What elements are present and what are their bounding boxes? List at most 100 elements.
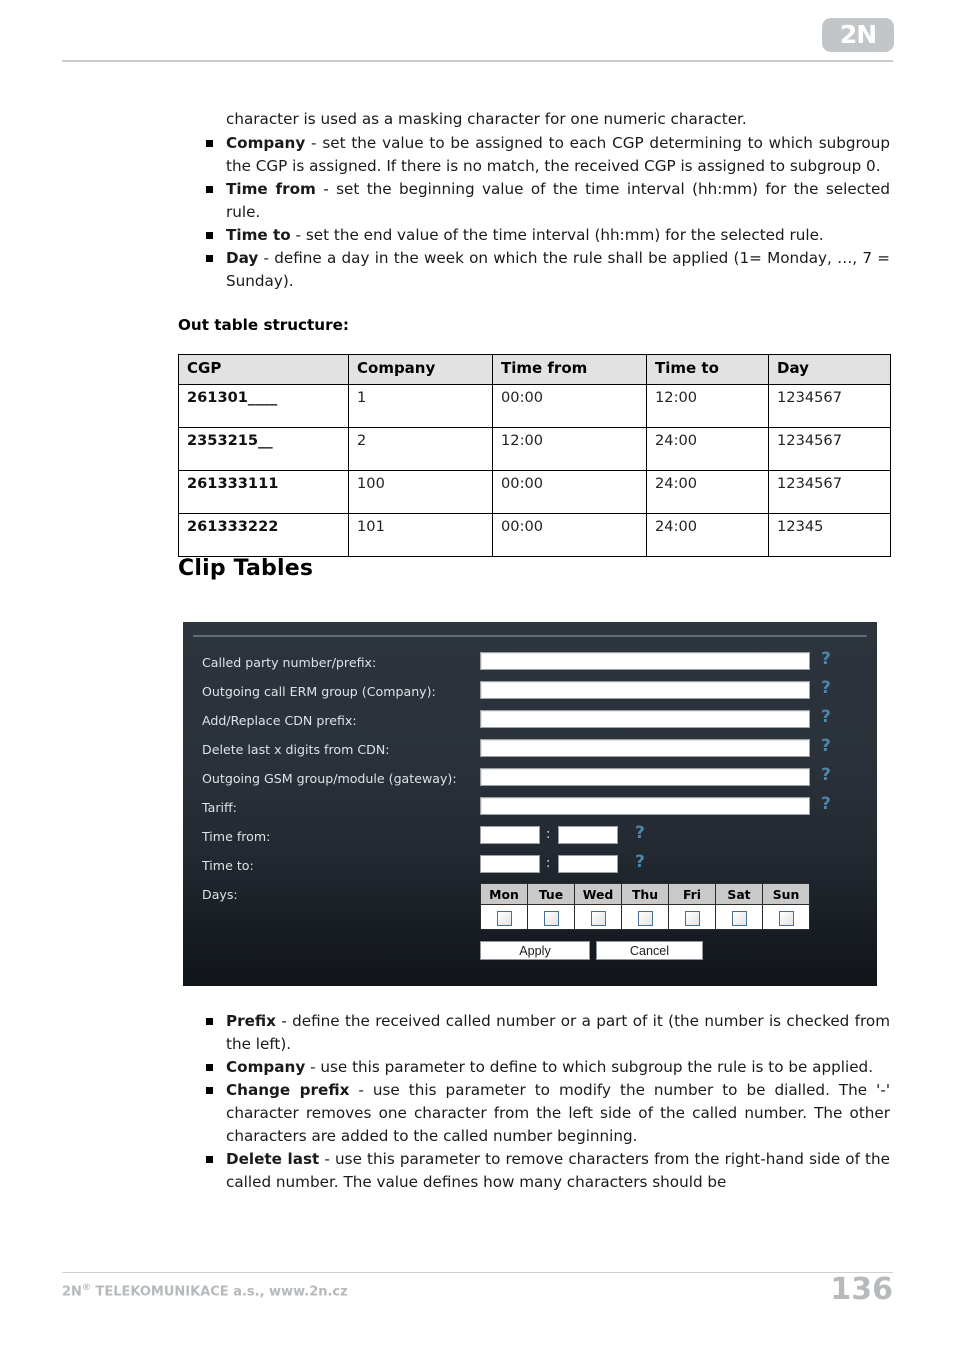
cell-day: 1234567 — [768, 427, 891, 471]
form-row-actions: Apply Cancel — [183, 941, 877, 970]
page-number: 136 — [830, 1272, 893, 1307]
table-row: 261301____ 1 00:00 12:00 1234567 — [178, 384, 891, 428]
day-checkbox-sat[interactable] — [731, 910, 747, 926]
list-item-term: Change prefix — [226, 1081, 350, 1099]
cell-cgp: 261333111 — [178, 470, 349, 514]
help-icon[interactable]: ? — [821, 765, 831, 785]
list-item-term: Time to — [226, 226, 291, 244]
label-outgoing-call-erm-group: Outgoing call ERM group (Company): — [202, 684, 436, 699]
list-item-term: Time from — [226, 180, 316, 198]
cell-time-to: 24:00 — [646, 427, 769, 471]
footer-company-suffix: TELEKOMUNIKACE a.s., www.2n.cz — [90, 1284, 348, 1300]
help-icon[interactable]: ? — [635, 852, 645, 872]
delete-last-digits-input[interactable] — [480, 739, 810, 757]
help-icon[interactable]: ? — [821, 678, 831, 698]
day-header-tue: Tue — [527, 883, 575, 905]
clip-tables-form-panel: Called party number/prefix: ? Outgoing c… — [183, 622, 877, 986]
time-to-separator: : — [546, 856, 551, 871]
day-checkbox-thu[interactable] — [637, 910, 653, 926]
bullet-square-icon — [206, 232, 213, 239]
day-header-wed: Wed — [574, 883, 622, 905]
cell-day: 12345 — [768, 513, 891, 557]
page-header: 2N — [0, 0, 954, 62]
list-item-text: - set the end value of the time interval… — [290, 226, 824, 244]
days-checkbox-row — [480, 904, 810, 930]
label-delete-last-digits: Delete last x digits from CDN: — [202, 742, 390, 757]
cell-day: 1234567 — [768, 384, 891, 428]
form-row-tariff: Tariff: ? — [183, 794, 877, 825]
time-to-hours-input[interactable] — [480, 855, 540, 873]
called-party-number-input[interactable] — [480, 652, 810, 670]
list-item-text: - use this parameter to define to which … — [305, 1058, 874, 1076]
help-icon[interactable]: ? — [821, 794, 831, 814]
time-to-minutes-input[interactable] — [558, 855, 618, 873]
list-item-text: - define a day in the week on which the … — [226, 249, 890, 290]
outgoing-gsm-group-input[interactable] — [480, 768, 810, 786]
day-checkbox-wed[interactable] — [590, 910, 606, 926]
time-from-minutes-input[interactable] — [558, 826, 618, 844]
add-replace-cdn-prefix-input[interactable] — [480, 710, 810, 728]
out-table-title: Out table structure: — [178, 316, 349, 334]
footer-company-prefix: 2N — [62, 1284, 82, 1300]
time-from-separator: : — [546, 827, 551, 842]
list-item: Prefix - define the received called numb… — [204, 1010, 890, 1056]
form-row-gsm-group: Outgoing GSM group/module (gateway): ? — [183, 765, 877, 796]
form-row-time-from: Time from: : ? — [183, 823, 877, 854]
panel-top-divider — [193, 635, 867, 637]
help-icon[interactable]: ? — [821, 736, 831, 756]
day-header-mon: Mon — [480, 883, 528, 905]
bullet-square-icon — [206, 1087, 213, 1094]
cell-cgp: 261333222 — [178, 513, 349, 557]
table-row: 261333222 101 00:00 24:00 12345 — [178, 513, 891, 557]
list-item-term: Delete last — [226, 1150, 320, 1168]
tariff-input[interactable] — [480, 797, 810, 815]
parameter-list-bottom: Prefix - define the received called numb… — [204, 1010, 890, 1194]
day-checkbox-sun[interactable] — [778, 910, 794, 926]
column-header-time-from: Time from — [492, 354, 647, 385]
day-header-fri: Fri — [668, 883, 716, 905]
day-cell-mon[interactable] — [480, 904, 528, 930]
day-checkbox-tue[interactable] — [543, 910, 559, 926]
day-cell-thu[interactable] — [621, 904, 669, 930]
list-item: Delete last - use this parameter to remo… — [204, 1148, 890, 1194]
list-item-term: Company — [226, 1058, 306, 1076]
form-row-delete-last-digits: Delete last x digits from CDN: ? — [183, 736, 877, 767]
cancel-button[interactable]: Cancel — [596, 941, 703, 960]
cell-company: 100 — [348, 470, 493, 514]
column-header-company: Company — [348, 354, 493, 385]
form-row-cdn-prefix: Add/Replace CDN prefix: ? — [183, 707, 877, 738]
lead-paragraph: character is used as a masking character… — [226, 110, 747, 128]
registered-mark-icon: ® — [81, 1283, 91, 1293]
day-cell-fri[interactable] — [668, 904, 716, 930]
label-outgoing-gsm-group: Outgoing GSM group/module (gateway): — [202, 771, 457, 786]
bullet-square-icon — [206, 1018, 213, 1025]
label-time-from: Time from: — [202, 829, 271, 844]
list-item: Day - define a day in the week on which … — [204, 247, 890, 293]
help-icon[interactable]: ? — [821, 707, 831, 727]
help-icon[interactable]: ? — [635, 823, 645, 843]
cell-company: 2 — [348, 427, 493, 471]
list-item-term: Company — [226, 134, 306, 152]
table-row: 2353215__ 2 12:00 24:00 1234567 — [178, 427, 891, 471]
parameter-list-top: Company - set the value to be assigned t… — [204, 132, 890, 293]
time-from-hours-input[interactable] — [480, 826, 540, 844]
outgoing-call-erm-group-input[interactable] — [480, 681, 810, 699]
day-cell-sat[interactable] — [715, 904, 763, 930]
help-icon[interactable]: ? — [821, 649, 831, 669]
cell-time-to: 24:00 — [646, 513, 769, 557]
day-cell-tue[interactable] — [527, 904, 575, 930]
cell-time-from: 12:00 — [492, 427, 647, 471]
cell-time-to: 24:00 — [646, 470, 769, 514]
footer-divider — [62, 1272, 893, 1273]
out-table-structure: CGP Company Time from Time to Day 261301… — [178, 354, 891, 557]
bullet-square-icon — [206, 140, 213, 147]
brand-logo: 2N — [822, 18, 894, 52]
list-item: Company - use this parameter to define t… — [204, 1056, 890, 1079]
day-cell-sun[interactable] — [762, 904, 810, 930]
apply-button[interactable]: Apply — [480, 941, 590, 960]
cell-company: 1 — [348, 384, 493, 428]
day-checkbox-mon[interactable] — [496, 910, 512, 926]
form-row-called-party-number: Called party number/prefix: ? — [183, 649, 877, 680]
day-cell-wed[interactable] — [574, 904, 622, 930]
day-checkbox-fri[interactable] — [684, 910, 700, 926]
